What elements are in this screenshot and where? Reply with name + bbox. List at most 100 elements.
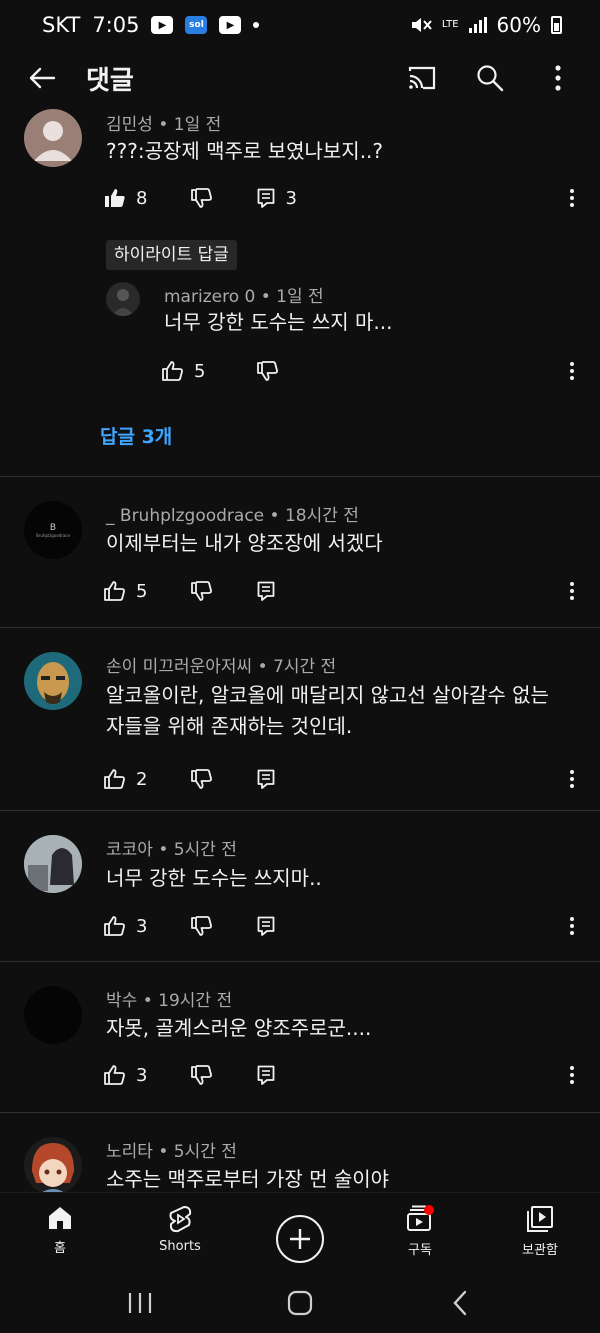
nav-subscriptions[interactable]: 구독 (360, 1193, 480, 1272)
dislike-button[interactable] (191, 188, 213, 208)
reply-button[interactable] (257, 769, 275, 789)
reply-button[interactable] (257, 1065, 275, 1085)
youtube-notification-icon: ▶ (151, 16, 174, 34)
nav-create[interactable] (240, 1193, 360, 1272)
comment-author[interactable]: 코코아 (106, 840, 153, 860)
reply-icon (258, 769, 275, 789)
comment-more-button[interactable] (560, 576, 584, 606)
nav-shorts[interactable]: Shorts (120, 1193, 240, 1272)
comment-more-button[interactable] (560, 1060, 584, 1090)
avatar[interactable] (24, 835, 82, 893)
like-button[interactable]: 8 (104, 188, 147, 209)
like-button[interactable]: 5 (104, 581, 147, 602)
comment-age: 5시간 전 (173, 1142, 237, 1162)
comment-item: 손이 미끄러운아저씨 • 7시간 전 알코올이란, 알코올에 매달리지 않고선 … (0, 628, 600, 810)
nav-home-label: 홈 (54, 1241, 66, 1256)
comment-item: 코코아 • 5시간 전 너무 강한 도수는 쓰지마.. 3 (0, 811, 600, 961)
back-arrow-icon (29, 67, 56, 89)
reply-like-button[interactable]: 5 (162, 361, 205, 382)
more-vertical-icon (570, 189, 574, 207)
battery-icon (551, 16, 562, 34)
comment-more-button[interactable] (560, 764, 584, 794)
reply-like-count: 5 (194, 360, 206, 382)
comment-author[interactable]: 손이 미끄러운아저씨 (106, 657, 252, 677)
dislike-button[interactable] (191, 769, 213, 789)
more-vertical-icon (555, 65, 561, 91)
page-title: 댓글 (86, 65, 134, 96)
avatar[interactable]: B Bruhplzgoodrace (24, 501, 82, 559)
add-icon (290, 1228, 310, 1249)
more-vertical-icon (570, 770, 574, 788)
like-count: 3 (136, 1064, 148, 1086)
back-system-button[interactable] (430, 1283, 490, 1323)
comment-meta: 손이 미끄러운아저씨 • 7시간 전 (106, 657, 337, 677)
reply-button[interactable]: 3 (257, 188, 297, 209)
thumbs-up-icon (104, 581, 125, 601)
comment-age: 7시간 전 (273, 657, 337, 677)
like-count: 3 (136, 915, 148, 937)
clock: 7:05 (92, 13, 140, 37)
reply-author[interactable]: marizero 0 (164, 287, 255, 307)
comment-author[interactable]: 김민성 (106, 115, 153, 135)
battery-percent: 60% (496, 13, 541, 37)
comment-author[interactable]: 박수 (106, 991, 137, 1011)
like-button[interactable]: 3 (104, 1065, 147, 1086)
comment-text: 알코올이란, 알코올에 매달리지 않고선 살아갈수 없는 자들을 위해 존재하는… (106, 683, 549, 738)
comment-author[interactable]: _ Bruhplzgoodrace (106, 506, 264, 526)
like-button[interactable]: 3 (104, 916, 147, 937)
avatar[interactable] (24, 986, 82, 1044)
thumbs-up-icon (104, 916, 125, 936)
bottom-navigation: 홈 Shorts 구독 보관함 (0, 1192, 600, 1272)
cast-button[interactable] (400, 56, 444, 100)
signal-icon (468, 17, 487, 33)
avatar[interactable] (24, 652, 82, 710)
reply-dislike-button[interactable] (257, 361, 279, 381)
nav-shorts-label: Shorts (159, 1239, 201, 1254)
more-options-button[interactable] (536, 56, 580, 100)
thumbs-down-icon (191, 769, 213, 789)
comment-age: 19시간 전 (158, 991, 233, 1011)
dislike-button[interactable] (191, 916, 213, 936)
reply-more-button[interactable] (560, 356, 584, 386)
nav-library-label: 보관함 (522, 1243, 558, 1258)
comment-meta: _ Bruhplzgoodrace • 18시간 전 (106, 506, 359, 526)
thumbs-down-icon (191, 188, 213, 208)
recent-apps-icon (128, 1292, 152, 1313)
create-button[interactable] (276, 1214, 324, 1263)
comments-list[interactable]: 김민성 • 1일 전 ???:공장제 맥주로 보였나보지..? 8 3 하이라이… (0, 106, 600, 1192)
app-bar: 댓글 (0, 50, 600, 106)
youtube-notification-icon: ▶ (219, 16, 242, 34)
avatar[interactable] (24, 1137, 82, 1192)
reply-button[interactable] (257, 916, 275, 936)
home-system-button[interactable] (270, 1283, 330, 1323)
nav-home[interactable]: 홈 (0, 1193, 120, 1272)
like-count: 2 (136, 768, 148, 790)
recent-apps-button[interactable] (110, 1283, 170, 1323)
comment-meta: 김민성 • 1일 전 (106, 115, 222, 135)
comment-author[interactable]: 노리타 (106, 1142, 153, 1162)
comment-more-button[interactable] (560, 911, 584, 941)
back-button[interactable] (20, 56, 64, 100)
search-button[interactable] (468, 56, 512, 100)
view-replies-link[interactable]: 답글 3개 (100, 422, 172, 449)
like-button[interactable]: 2 (104, 769, 147, 790)
dislike-button[interactable] (191, 581, 213, 601)
dislike-button[interactable] (191, 1065, 213, 1085)
comment-meta: 노리타 • 5시간 전 (106, 1142, 237, 1162)
more-notifications-dot (253, 22, 260, 28)
nav-subscriptions-label: 구독 (408, 1243, 432, 1258)
system-navigation-bar (0, 1272, 600, 1333)
cast-icon (408, 66, 436, 90)
avatar[interactable] (24, 109, 82, 167)
nav-library[interactable]: 보관함 (480, 1193, 600, 1272)
comment-item: 김민성 • 1일 전 ???:공장제 맥주로 보였나보지..? 8 3 하이라이… (0, 106, 600, 476)
network-type: LTE (441, 19, 459, 30)
reply-button[interactable] (257, 581, 275, 601)
reply-icon (258, 581, 275, 601)
comment-more-button[interactable] (560, 183, 584, 213)
reply-avatar[interactable] (106, 282, 140, 316)
thumbs-down-icon (191, 916, 213, 936)
comment-item: 박수 • 19시간 전 자못, 골계스러운 양조주로군.... 3 (0, 962, 600, 1112)
home-square-icon (287, 1290, 313, 1315)
comment-age: 5시간 전 (173, 840, 237, 860)
